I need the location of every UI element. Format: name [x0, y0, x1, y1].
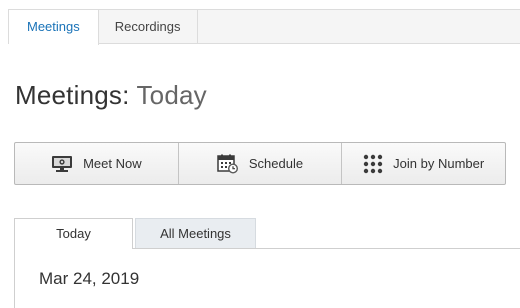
schedule-button[interactable]: Schedule — [179, 143, 343, 184]
page-title-prefix: Meetings: — [15, 80, 130, 110]
join-by-number-label: Join by Number — [393, 156, 485, 171]
action-button-group: Meet Now Schedule Join by Number — [14, 142, 506, 185]
meeting-filter-tabs: Today All Meetings — [14, 218, 520, 249]
tab-recordings[interactable]: Recordings — [99, 10, 198, 43]
page-title-suffix: Today — [129, 80, 207, 110]
current-date: Mar 24, 2019 — [39, 269, 140, 288]
top-tab-bar: Meetings Recordings — [8, 9, 520, 45]
schedule-label: Schedule — [248, 156, 304, 171]
join-by-number-button[interactable]: Join by Number — [342, 143, 505, 184]
tab-all-meetings[interactable]: All Meetings — [135, 218, 256, 248]
monitor-icon — [51, 155, 73, 173]
tab-meetings[interactable]: Meetings — [9, 10, 99, 45]
meet-now-label: Meet Now — [83, 156, 142, 171]
tab-today[interactable]: Today — [14, 218, 133, 249]
today-panel: Mar 24, 2019 — [14, 249, 520, 308]
page-title: Meetings: Today — [15, 80, 207, 111]
calendar-clock-icon — [217, 154, 239, 174]
keypad-icon — [363, 154, 383, 174]
meet-now-button[interactable]: Meet Now — [15, 143, 179, 184]
